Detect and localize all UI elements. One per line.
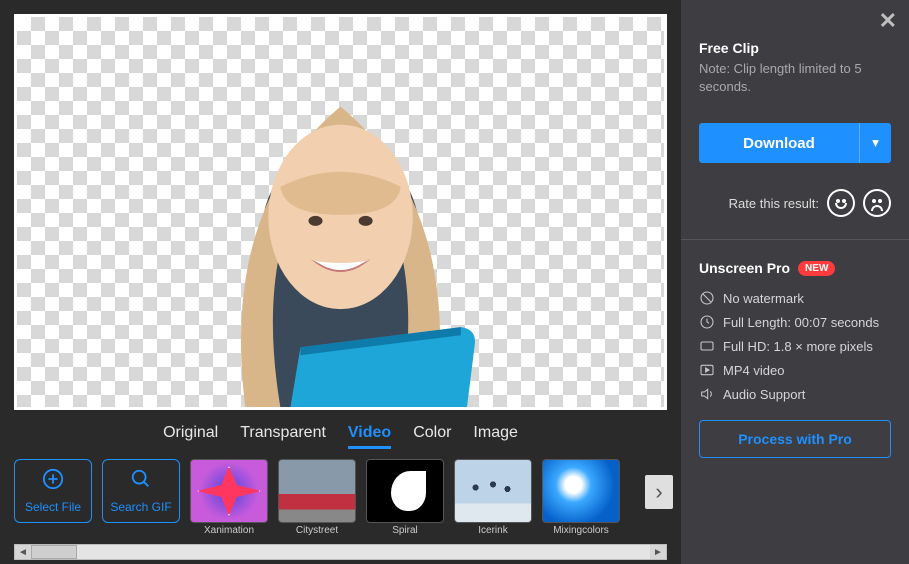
thumb-label: Xanimation <box>204 525 254 536</box>
thumb-label: Spiral <box>392 525 418 536</box>
tab-video[interactable]: Video <box>348 424 391 449</box>
side-panel: ✕ Free Clip Note: Clip length limited to… <box>681 0 909 564</box>
tab-original[interactable]: Original <box>163 424 218 449</box>
process-with-pro-button[interactable]: Process with Pro <box>699 420 891 458</box>
thumb-image <box>366 459 444 523</box>
feature-text: Full HD: 1.8 × more pixels <box>723 339 873 354</box>
thumb-xanimation[interactable]: Xanimation <box>190 459 268 536</box>
chevron-right-icon: › <box>655 479 662 505</box>
play-icon <box>699 362 715 378</box>
download-group: Download ▾ <box>699 123 891 163</box>
hd-icon <box>699 338 715 354</box>
thumb-citystreet[interactable]: Citystreet <box>278 459 356 536</box>
pro-title: Unscreen Pro <box>699 260 790 276</box>
feature-text: No watermark <box>723 291 804 306</box>
background-tabs: Original Transparent Video Color Image <box>14 410 667 459</box>
close-icon[interactable]: ✕ <box>879 8 897 34</box>
free-clip-section: Free Clip Note: Clip length limited to 5… <box>681 0 909 239</box>
scroll-thumb[interactable] <box>31 545 77 559</box>
thumb-icerink[interactable]: Icerink <box>454 459 532 536</box>
free-clip-note: Note: Clip length limited to 5 seconds. <box>699 60 891 95</box>
pro-feature-list: No watermark Full Length: 00:07 seconds … <box>699 290 891 402</box>
clock-icon <box>699 314 715 330</box>
free-clip-title: Free Clip <box>699 40 891 56</box>
search-gif-label: Search GIF <box>110 500 171 514</box>
no-watermark-icon <box>699 290 715 306</box>
feature-no-watermark: No watermark <box>699 290 891 306</box>
rate-happy-icon[interactable] <box>827 189 855 217</box>
tab-transparent[interactable]: Transparent <box>240 424 326 449</box>
download-button[interactable]: Download <box>699 123 859 163</box>
horizontal-scrollbar[interactable]: ◄ ► <box>14 544 667 560</box>
thumb-mixingcolors[interactable]: Mixingcolors <box>542 459 620 536</box>
feature-text: Audio Support <box>723 387 805 402</box>
thumb-label: Citystreet <box>296 525 338 536</box>
audio-icon <box>699 386 715 402</box>
thumb-image <box>454 459 532 523</box>
main-panel: Original Transparent Video Color Image S… <box>0 0 681 564</box>
feature-audio: Audio Support <box>699 386 891 402</box>
scroll-left-arrow[interactable]: ◄ <box>15 545 31 559</box>
feature-full-length: Full Length: 00:07 seconds <box>699 314 891 330</box>
chevron-down-icon: ▾ <box>872 135 879 151</box>
feature-full-hd: Full HD: 1.8 × more pixels <box>699 338 891 354</box>
feature-text: Full Length: 00:07 seconds <box>723 315 879 330</box>
rate-row: Rate this result: <box>699 189 891 217</box>
thumb-image <box>278 459 356 523</box>
thumb-image <box>190 459 268 523</box>
thumb-label: Mixingcolors <box>553 525 609 536</box>
scroll-right-arrow[interactable]: ► <box>650 545 666 559</box>
rate-sad-icon[interactable] <box>863 189 891 217</box>
preview-canvas <box>14 14 667 410</box>
thumb-spiral[interactable]: Spiral <box>366 459 444 536</box>
plus-circle-icon <box>42 468 64 496</box>
thumb-scroll-next[interactable]: › <box>645 475 673 509</box>
feature-mp4: MP4 video <box>699 362 891 378</box>
select-file-label: Select File <box>25 500 81 514</box>
pro-heading: Unscreen Pro NEW <box>699 260 891 276</box>
search-gif-button[interactable]: Search GIF <box>102 459 180 523</box>
preview-subject <box>140 33 541 407</box>
pro-section: Unscreen Pro NEW No watermark Full Lengt… <box>681 240 909 474</box>
select-file-button[interactable]: Select File <box>14 459 92 523</box>
tab-image[interactable]: Image <box>473 424 517 449</box>
feature-text: MP4 video <box>723 363 784 378</box>
new-badge: NEW <box>798 261 835 276</box>
download-dropdown[interactable]: ▾ <box>859 123 891 163</box>
thumb-label: Icerink <box>478 525 507 536</box>
rate-label: Rate this result: <box>729 196 819 211</box>
tab-color[interactable]: Color <box>413 424 451 449</box>
thumbnail-row: Select File Search GIF Xanimation Cityst… <box>14 459 667 542</box>
thumb-image <box>542 459 620 523</box>
search-icon <box>130 468 152 496</box>
